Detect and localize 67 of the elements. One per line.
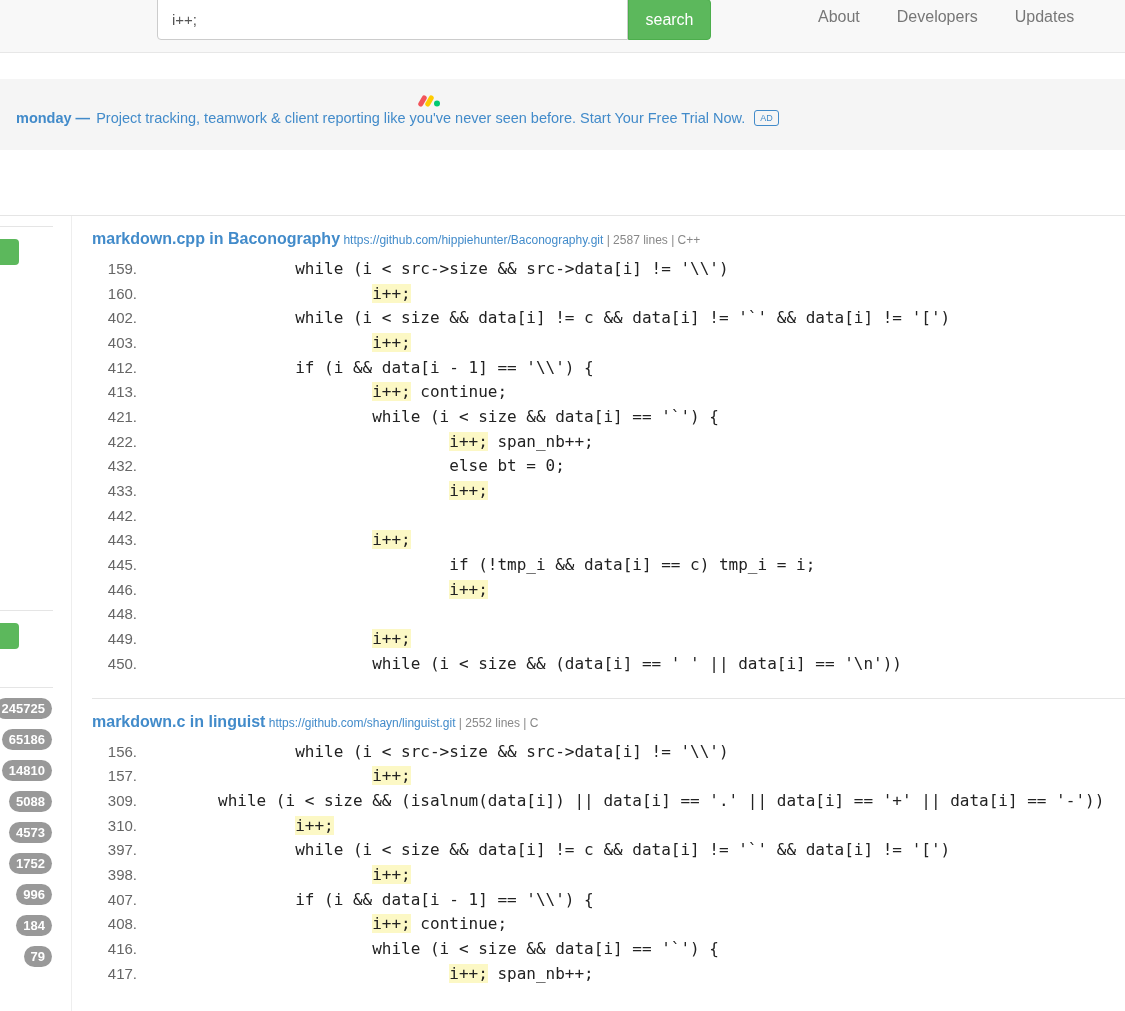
line-number: 443. [106, 531, 137, 549]
search-field[interactable]: i++; [157, 0, 628, 40]
result-title[interactable]: markdown.cpp in Baconography [92, 230, 341, 247]
code-line: while (i < src->size && src->data[i] != '\\') [294, 258, 729, 278]
line-number: 442. [106, 506, 137, 524]
line-number: 309. [106, 791, 137, 809]
code-line: if (!tmp_i && data[i] == c) tmp_i = i; [448, 555, 816, 575]
line-number: 159. [106, 259, 137, 277]
count-badge: 184 [16, 915, 52, 936]
count-badge: 79 [23, 946, 52, 967]
line-number: 421. [106, 407, 137, 425]
line-number: 310. [106, 816, 137, 834]
code-line: while (i < src->size && src->data[i] != '\\') [294, 741, 729, 761]
line-number: 403. [106, 333, 137, 351]
line-number: 156. [106, 742, 137, 760]
line-number: 417. [106, 964, 137, 982]
count-badge: 14810 [1, 760, 52, 781]
line-number: 432. [106, 457, 137, 475]
code-line: while (i < size && data[i] != c && data[i] != '`' && data[i] != '[') [294, 840, 951, 860]
code-line: i++; continue; [371, 914, 508, 934]
code-line: if (i && data[i - 1] == '\\') { [294, 889, 594, 909]
code-line: while (i < size && data[i] == '`') { [371, 939, 719, 959]
result-meta: | 2552 lines | C [458, 715, 539, 730]
line-number: 422. [106, 432, 137, 450]
count-badge: 5088 [9, 791, 52, 812]
line-number: 157. [106, 767, 137, 785]
repo-link[interactable]: https://github.com/shayn/linguist.git [268, 715, 456, 730]
code-line: while (i < size && data[i] == '`') { [371, 406, 719, 426]
line-number: 412. [106, 358, 137, 376]
code-line: while (i < size && (data[i] == ' ' || data[i] == '\n')) [371, 653, 902, 673]
line-number: 397. [106, 841, 137, 859]
nav-link[interactable]: Updates [1014, 8, 1075, 26]
logo-icon [418, 93, 442, 107]
line-number: 416. [106, 940, 137, 958]
ad-brand[interactable]: monday — [16, 110, 91, 126]
code-line: else bt = 0; [448, 456, 565, 476]
code-line: i++; span_nb++; [448, 963, 594, 983]
repo-link[interactable]: https://github.com/hippiehunter/Baconography.git [343, 233, 604, 247]
line-number: 402. [106, 309, 137, 327]
line-number: 408. [106, 915, 137, 933]
code-line: while (i < size && (isalnum(data[i]) || data[i] == '.' || data[i] == '+' || data[i] == '-')) [217, 790, 1105, 810]
line-number: 160. [106, 284, 137, 302]
count-badge: 1752 [9, 853, 52, 874]
line-number: 450. [106, 654, 137, 672]
count-badge: 65186 [1, 729, 52, 750]
nav-link[interactable]: About [818, 8, 860, 26]
code-line: i++; continue; [371, 382, 508, 402]
count-badge: 245725 [0, 698, 52, 719]
line-number: 407. [106, 890, 137, 908]
line-number: 449. [106, 630, 137, 648]
count-badge: 4573 [9, 822, 52, 843]
code-line: while (i < size && data[i] != c && data[i] != '`' && data[i] != '[') [294, 308, 951, 328]
line-number: 445. [106, 556, 137, 574]
result-title[interactable]: markdown.c in linguist [92, 712, 266, 730]
line-number: 448. [106, 605, 137, 623]
search-button[interactable]: search [628, 0, 711, 40]
code-line: if (i && data[i - 1] == '\\') { [294, 357, 594, 377]
ad-link[interactable]: Project tracking, teamwork & client reporting like you've never seen before. Start Your Free Trial Now. [96, 110, 746, 126]
count-badge: 996 [16, 884, 52, 905]
line-number: 413. [106, 383, 137, 401]
code-line: i++; span_nb++; [448, 431, 594, 451]
ad-badge: AD [754, 110, 779, 126]
line-number: 446. [106, 580, 137, 598]
nav-link[interactable]: Developers [896, 8, 978, 26]
line-number: 398. [106, 865, 137, 883]
line-number: 433. [106, 482, 137, 500]
result-meta: | 2587 lines | C++ [606, 233, 701, 247]
